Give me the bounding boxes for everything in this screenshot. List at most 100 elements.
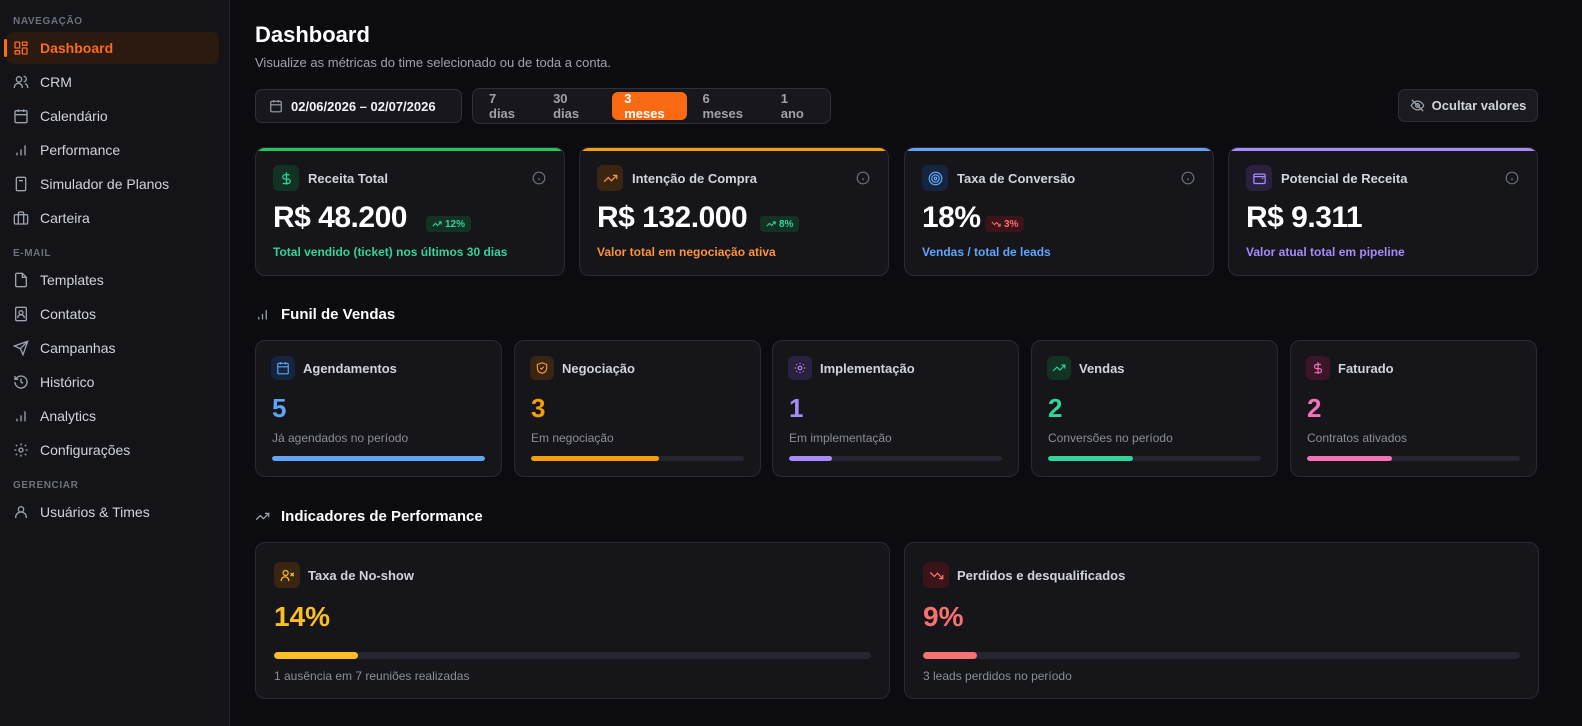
dashboard-icon xyxy=(13,40,29,56)
funnel-stage-title: Faturado xyxy=(1338,361,1394,376)
bar-chart-icon xyxy=(13,408,29,424)
eye-off-icon xyxy=(1410,99,1425,112)
kpi-badge-label: 8% xyxy=(779,218,794,230)
period-3-meses[interactable]: 3 meses xyxy=(612,91,687,121)
kpi-value: R$ 48.200 xyxy=(273,201,407,234)
sidebar-item-performance[interactable]: Performance xyxy=(6,134,219,166)
bar-chart-icon xyxy=(258,310,267,320)
calendar-icon xyxy=(13,108,29,124)
kpi-title: Taxa de Conversão xyxy=(957,171,1076,186)
hide-values-button[interactable]: Ocultar valores xyxy=(1398,89,1538,122)
kpi-card-intencao-compra: Intenção de Compra R$ 132.000 8% Valor t… xyxy=(579,147,889,276)
kpi-value: R$ 132.000 xyxy=(597,201,748,234)
briefcase-icon xyxy=(13,210,29,226)
kpi-accent-line xyxy=(905,148,1213,151)
period-7-dias[interactable]: 7 dias xyxy=(477,91,537,121)
sidebar-item-simulador[interactable]: Simulador de Planos xyxy=(6,168,219,200)
period-6-meses[interactable]: 6 meses xyxy=(691,91,765,121)
kpi-accent-line xyxy=(580,148,888,151)
performance-section-header: Indicadores de Performance xyxy=(255,508,483,525)
sidebar-item-label: CRM xyxy=(40,74,72,90)
calendar-icon xyxy=(270,100,282,113)
performance-card-title: Taxa de No-show xyxy=(308,568,414,583)
funnel-card-faturado: Faturado 2 Contratos ativados xyxy=(1290,340,1537,477)
kpi-description: Valor total em negociação ativa xyxy=(597,245,776,259)
sidebar-item-label: Dashboard xyxy=(40,40,114,56)
trending-up-icon xyxy=(255,512,270,521)
sidebar-item-label: Calendário xyxy=(40,108,108,124)
date-range-picker[interactable]: 02/06/2026 – 02/07/2026 xyxy=(255,89,462,123)
sidebar-item-usuarios[interactable]: Usuários & Times xyxy=(6,496,219,528)
period-30-dias[interactable]: 30 dias xyxy=(541,91,608,121)
sidebar-item-contatos[interactable]: Contatos xyxy=(6,298,219,330)
performance-progress-fill xyxy=(274,652,358,659)
info-icon[interactable] xyxy=(1505,171,1519,185)
funnel-stage-value: 2 xyxy=(1307,393,1322,423)
sidebar-item-calendario[interactable]: Calendário xyxy=(6,100,219,132)
sidebar-item-label: Usuários & Times xyxy=(40,504,150,520)
performance-card-value: 14% xyxy=(274,601,331,632)
section-label-navegacao: NAVEGAÇÃO xyxy=(13,16,83,27)
info-icon[interactable] xyxy=(1181,171,1195,185)
info-icon[interactable] xyxy=(532,171,546,185)
sidebar: NAVEGAÇÃO Dashboard CRM Calendário Perfo… xyxy=(0,0,230,726)
funnel-stage-desc: Já agendados no período xyxy=(272,431,409,445)
sidebar-item-label: Configurações xyxy=(40,442,131,458)
performance-card-perdidos: Perdidos e desqualificados 9% 3 leads pe… xyxy=(904,542,1539,699)
sidebar-item-configuracoes[interactable]: Configurações xyxy=(6,434,219,466)
funnel-card-implementacao: Implementação 1 Em implementação xyxy=(772,340,1019,477)
funnel-card-vendas: Vendas 2 Conversões no período xyxy=(1031,340,1278,477)
funnel-progress-track xyxy=(1048,456,1261,461)
bar-chart-icon xyxy=(13,142,29,158)
funnel-stage-value: 3 xyxy=(531,393,546,423)
kpi-description: Vendas / total de leads xyxy=(922,245,1051,259)
kpi-accent-line xyxy=(256,148,564,151)
kpi-card-receita-total: Receita Total R$ 48.200 12% Total vendid… xyxy=(255,147,565,276)
sidebar-item-label: Contatos xyxy=(40,306,97,322)
date-range-label: 02/06/2026 – 02/07/2026 xyxy=(291,98,436,114)
funnel-stage-title: Agendamentos xyxy=(303,361,397,376)
sidebar-item-templates[interactable]: Templates xyxy=(6,264,219,296)
trending-down-icon xyxy=(923,562,949,588)
kpi-trend-badge: 12% xyxy=(426,216,472,232)
kpi-value: R$ 9.311 xyxy=(1246,201,1363,234)
kpi-card-taxa-conversao: Taxa de Conversão 18% 3% Vendas / total … xyxy=(904,147,1214,276)
sidebar-item-label: Performance xyxy=(40,142,121,158)
dollar-icon xyxy=(1306,356,1330,380)
funnel-progress-fill xyxy=(1048,456,1134,461)
trending-down-icon xyxy=(991,221,1001,227)
funnel-progress-track xyxy=(272,456,485,461)
sidebar-item-historico[interactable]: Histórico xyxy=(6,366,219,398)
users-icon xyxy=(13,74,29,90)
performance-card-no-show: Taxa de No-show 14% 1 ausência em 7 reun… xyxy=(255,542,890,699)
sidebar-item-carteira[interactable]: Carteira xyxy=(6,202,219,234)
period-1-ano[interactable]: 1 ano xyxy=(769,91,826,121)
sidebar-item-label: Campanhas xyxy=(40,340,116,356)
funnel-section-header: Funil de Vendas xyxy=(255,306,395,323)
funnel-progress-fill xyxy=(789,456,832,461)
section-label-email: E-MAIL xyxy=(13,248,52,259)
sidebar-item-label: Analytics xyxy=(40,408,97,424)
dollar-icon xyxy=(273,165,299,191)
funnel-progress-fill xyxy=(531,456,659,461)
sparkle-icon xyxy=(788,356,812,380)
trending-up-icon xyxy=(432,221,442,227)
sidebar-item-dashboard[interactable]: Dashboard xyxy=(4,32,219,64)
kpi-title: Receita Total xyxy=(308,171,388,186)
kpi-card-potencial-receita: Potencial de Receita R$ 9.311 Valor atua… xyxy=(1228,147,1538,276)
kpi-value: 18% xyxy=(922,201,981,234)
funnel-stage-title: Implementação xyxy=(820,361,915,376)
sidebar-item-crm[interactable]: CRM xyxy=(6,66,219,98)
sidebar-item-campanhas[interactable]: Campanhas xyxy=(6,332,219,364)
funnel-title: Funil de Vendas xyxy=(281,306,396,323)
funnel-stage-desc: Contratos ativados xyxy=(1307,431,1408,445)
sidebar-item-label: Histórico xyxy=(40,374,95,390)
sidebar-item-analytics[interactable]: Analytics xyxy=(6,400,219,432)
kpi-trend-badge: 8% xyxy=(760,216,800,232)
trending-up-icon xyxy=(597,165,623,191)
page-title: Dashboard xyxy=(255,22,370,47)
info-icon[interactable] xyxy=(856,171,870,185)
sidebar-item-label: Simulador de Planos xyxy=(40,176,170,192)
period-selector: 7 dias 30 dias 3 meses 6 meses 1 ano xyxy=(472,88,831,124)
sidebar-item-label: Carteira xyxy=(40,210,90,226)
